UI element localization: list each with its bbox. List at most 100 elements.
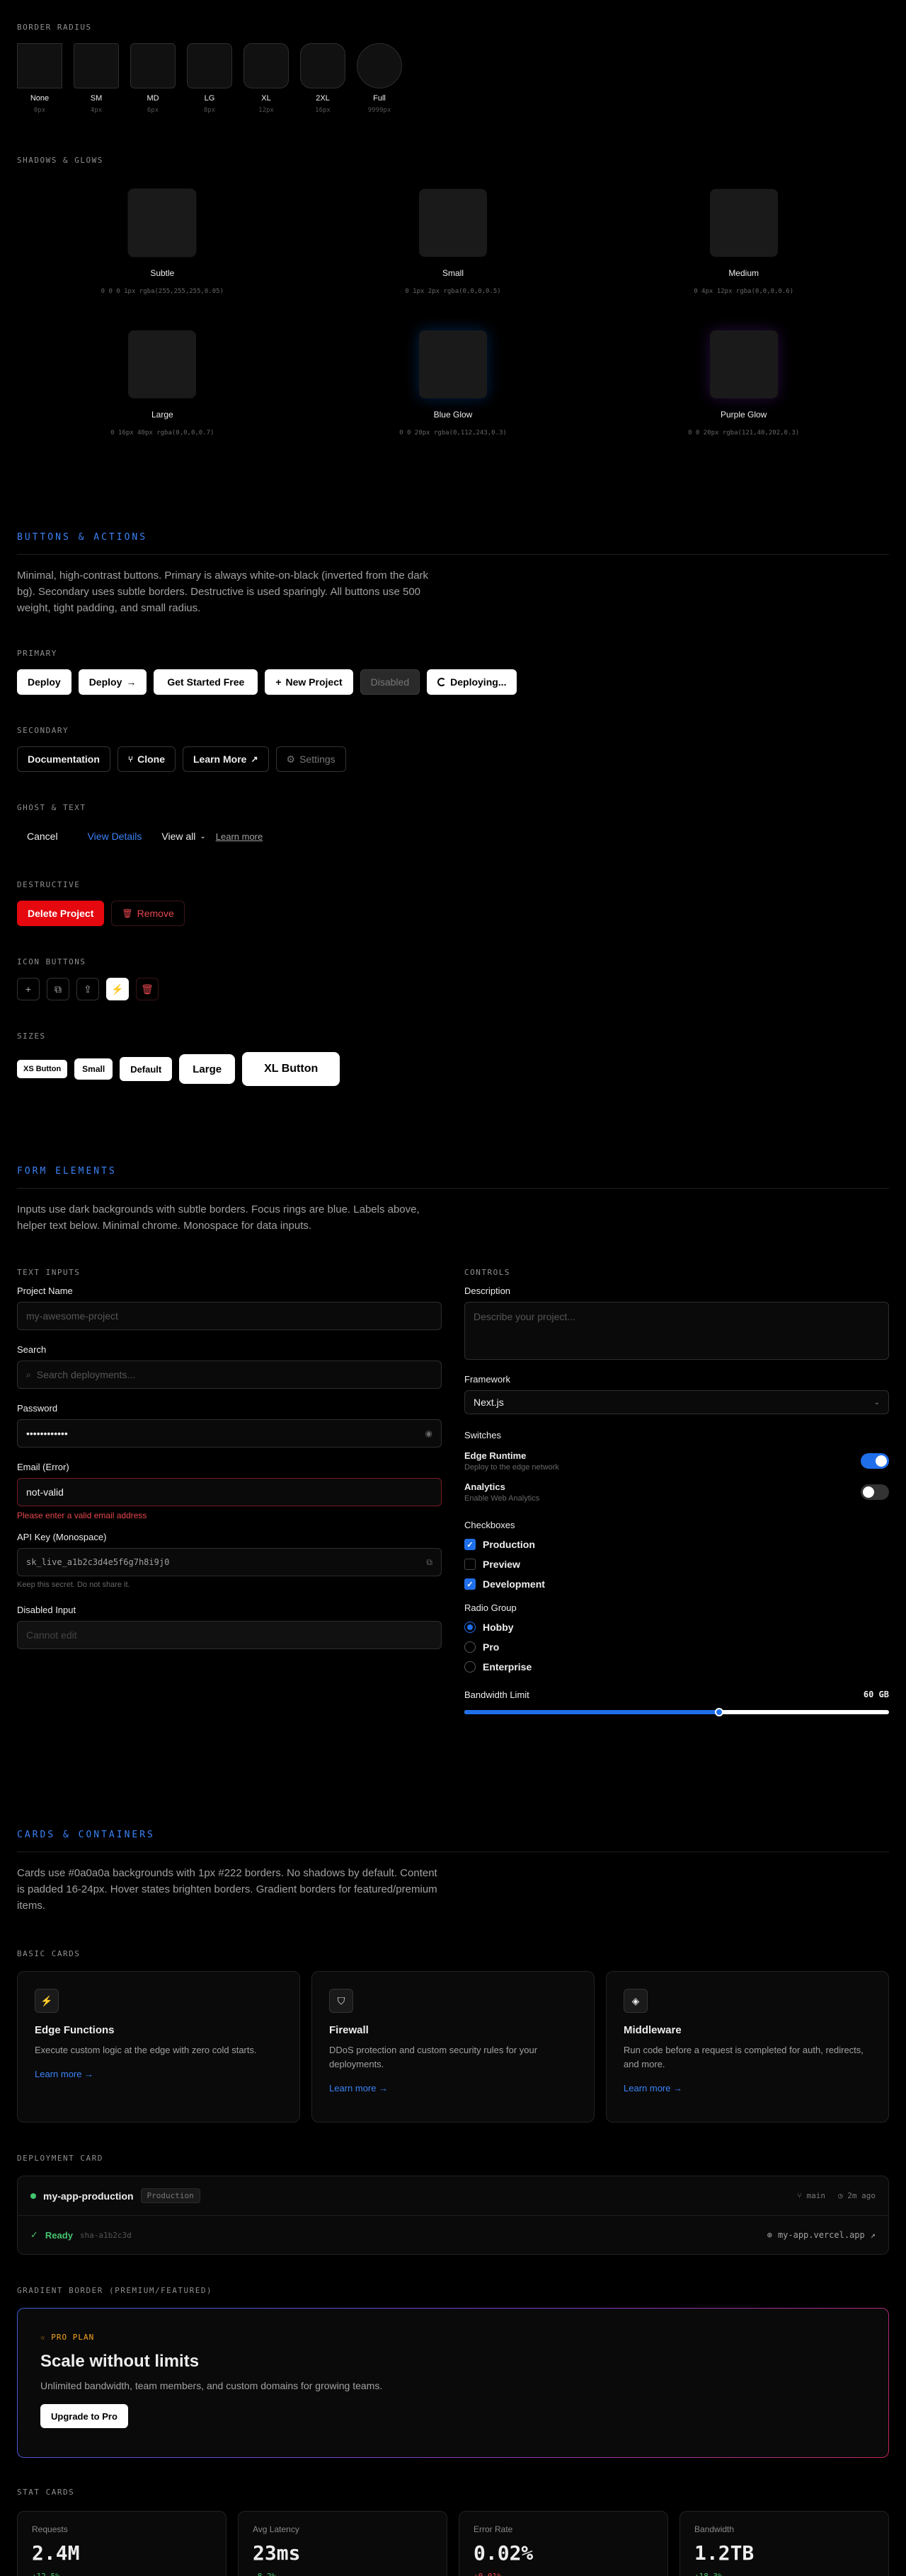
feature-card[interactable]: ⚡ Edge Functions Execute custom logic at… [17, 1971, 300, 2122]
card-title: Middleware [624, 2024, 682, 2036]
new-project-button[interactable]: + New Project [265, 669, 353, 695]
radio[interactable] [464, 1641, 476, 1653]
checkboxes-label: Checkboxes [464, 1520, 515, 1530]
deploy-arrow-button[interactable]: Deploy → [78, 669, 147, 695]
radio-item[interactable]: Hobby [464, 1622, 889, 1633]
analytics-sub: Enable Web Analytics [464, 1494, 540, 1503]
secondary-heading: SECONDARY [17, 726, 69, 735]
settings-button[interactable]: ⚙ Settings [275, 746, 346, 772]
learn-more-button[interactable]: Learn More ↗ [182, 746, 269, 772]
radius-item: None 0px [17, 43, 62, 114]
upload-icon[interactable]: ⇪ [76, 978, 99, 1000]
checkbox-item[interactable]: Preview [464, 1559, 889, 1570]
radio[interactable] [464, 1622, 476, 1633]
stat-value: 1.2TB [694, 2541, 755, 2565]
radius-name: LG [204, 94, 215, 103]
deploy-arrow-label: Deploy [88, 676, 122, 688]
check-circle-icon: ✓ [30, 2229, 38, 2240]
password-value: •••••••••••• [26, 1428, 68, 1439]
default-button[interactable]: Default [120, 1057, 173, 1081]
radio-label: Pro [483, 1641, 500, 1653]
small-label: Small [82, 1064, 105, 1074]
bandwidth-slider-thumb[interactable] [715, 1708, 723, 1716]
arrow-right-icon: → [126, 676, 137, 688]
search-icon: ⌕ [26, 1369, 31, 1380]
radius-item: MD 6px [130, 43, 176, 114]
bandwidth-slider[interactable] [464, 1708, 889, 1716]
email-input[interactable]: not-valid [17, 1478, 442, 1506]
feature-card[interactable]: ◈ Middleware Run code before a request i… [606, 1971, 889, 2122]
remove-button[interactable]: 🗑 Remove [111, 901, 185, 926]
deployment-url-link[interactable]: ⊕ my-app.vercel.app ↗ [767, 2230, 876, 2240]
ghost-row: Cancel View Details View all ⌄ Learn more [17, 824, 889, 849]
view-all-button[interactable]: View all ⌄ [161, 824, 205, 849]
xl-button[interactable]: XL Button [242, 1052, 340, 1086]
checkbox[interactable]: ✓ [464, 1539, 476, 1550]
cancel-button[interactable]: Cancel [17, 824, 68, 849]
view-details-link[interactable]: View Details [78, 824, 152, 849]
checkbox[interactable]: ✓ [464, 1578, 476, 1590]
gradient-card[interactable]: ☆ PRO PLAN Scale without limits Unlimite… [18, 2309, 888, 2457]
checkbox[interactable] [464, 1559, 476, 1570]
framework-label: Framework [464, 1374, 511, 1385]
small-button[interactable]: Small [74, 1058, 113, 1080]
default-label: Default [130, 1063, 162, 1075]
card-link[interactable]: Learn more → [624, 2083, 871, 2093]
eye-icon[interactable]: ◉ [425, 1428, 432, 1438]
plus-icon[interactable]: + [17, 978, 40, 1000]
stat-label: Error Rate [474, 2524, 513, 2534]
card-link[interactable]: Learn more → [35, 2069, 282, 2079]
radio-item[interactable]: Enterprise [464, 1661, 889, 1673]
gradient-card-border: ☆ PRO PLAN Scale without limits Unlimite… [17, 2308, 889, 2458]
checkbox-label: Development [483, 1578, 545, 1590]
deployment-top: my-app-production Production ⑂ main ◷ 2m… [18, 2176, 888, 2216]
shadow-swatch [128, 189, 197, 257]
cards-section: CARDS & CONTAINERS Cards use #0a0a0a bac… [17, 1830, 889, 2576]
edge-toggle[interactable] [861, 1453, 889, 1469]
checkbox-item[interactable]: ✓ Development [464, 1578, 889, 1590]
radio-item[interactable]: Pro [464, 1641, 889, 1653]
learn-more-link[interactable]: Learn more [216, 831, 263, 842]
feature-card[interactable]: ⛉ Firewall DDoS protection and custom se… [311, 1971, 595, 2122]
gear-icon: ⚙ [286, 753, 296, 765]
deploying-button[interactable]: Deploying... [427, 669, 517, 695]
card-link[interactable]: Learn more → [329, 2083, 577, 2093]
new-project-label: New Project [285, 676, 343, 688]
shadow-value: 0 0 20px rgba(121,40,202,0.3) [688, 429, 800, 437]
radius-section: BORDER RADIUS None 0px SM 4px MD 6px LG 8px … [17, 23, 402, 114]
bolt-icon[interactable]: ⚡ [106, 978, 129, 1000]
radius-name: Full [373, 94, 386, 103]
framework-value: Next.js [474, 1397, 504, 1408]
analytics-toggle[interactable] [861, 1484, 889, 1500]
deploy-time: 2m ago [847, 2191, 876, 2200]
api-key-input[interactable]: sk_live_a1b2c3d4e5f6g7h8i9j0 ⧉ [17, 1548, 442, 1576]
delete-project-button[interactable]: Delete Project [17, 901, 105, 926]
trash-icon[interactable]: 🗑 [136, 978, 159, 1000]
icon-buttons-heading: ICON BUTTONS [17, 957, 86, 966]
documentation-button[interactable]: Documentation [17, 746, 110, 772]
deploy-button[interactable]: Deploy [17, 669, 71, 695]
card-title: Firewall [329, 2024, 369, 2036]
xs-button[interactable]: XS Button [17, 1060, 68, 1078]
large-label: Large [193, 1063, 222, 1075]
checkbox-item[interactable]: ✓ Production [464, 1539, 889, 1550]
framework-select[interactable]: Next.js ⌄ [464, 1390, 889, 1414]
search-input[interactable]: ⌕ Search deployments... [17, 1361, 442, 1389]
ghost-heading: GHOST & TEXT [17, 803, 86, 812]
upgrade-button[interactable]: Upgrade to Pro [40, 2404, 128, 2428]
copy-icon[interactable]: ⧉ [426, 1557, 432, 1568]
radius-name: 2XL [316, 94, 330, 103]
deployment-card[interactable]: my-app-production Production ⑂ main ◷ 2m… [17, 2176, 889, 2255]
get-started-button[interactable]: Get Started Free [154, 669, 258, 695]
password-input[interactable]: •••••••••••• ◉ [17, 1419, 442, 1448]
copy-icon[interactable]: ⧉ [47, 978, 69, 1000]
get-started-label: Get Started Free [167, 676, 245, 688]
description-textarea[interactable]: Describe your project... [464, 1302, 889, 1360]
clone-button[interactable]: ⑂ Clone [117, 746, 176, 772]
project-name-input[interactable]: my-awesome-project [17, 1302, 442, 1330]
edge-switch-text: Edge Runtime Deploy to the edge network [464, 1450, 559, 1472]
large-button[interactable]: Large [179, 1054, 236, 1084]
shadow-name: Purple Glow [720, 410, 767, 420]
remove-label: Remove [137, 908, 174, 919]
radio[interactable] [464, 1661, 476, 1673]
